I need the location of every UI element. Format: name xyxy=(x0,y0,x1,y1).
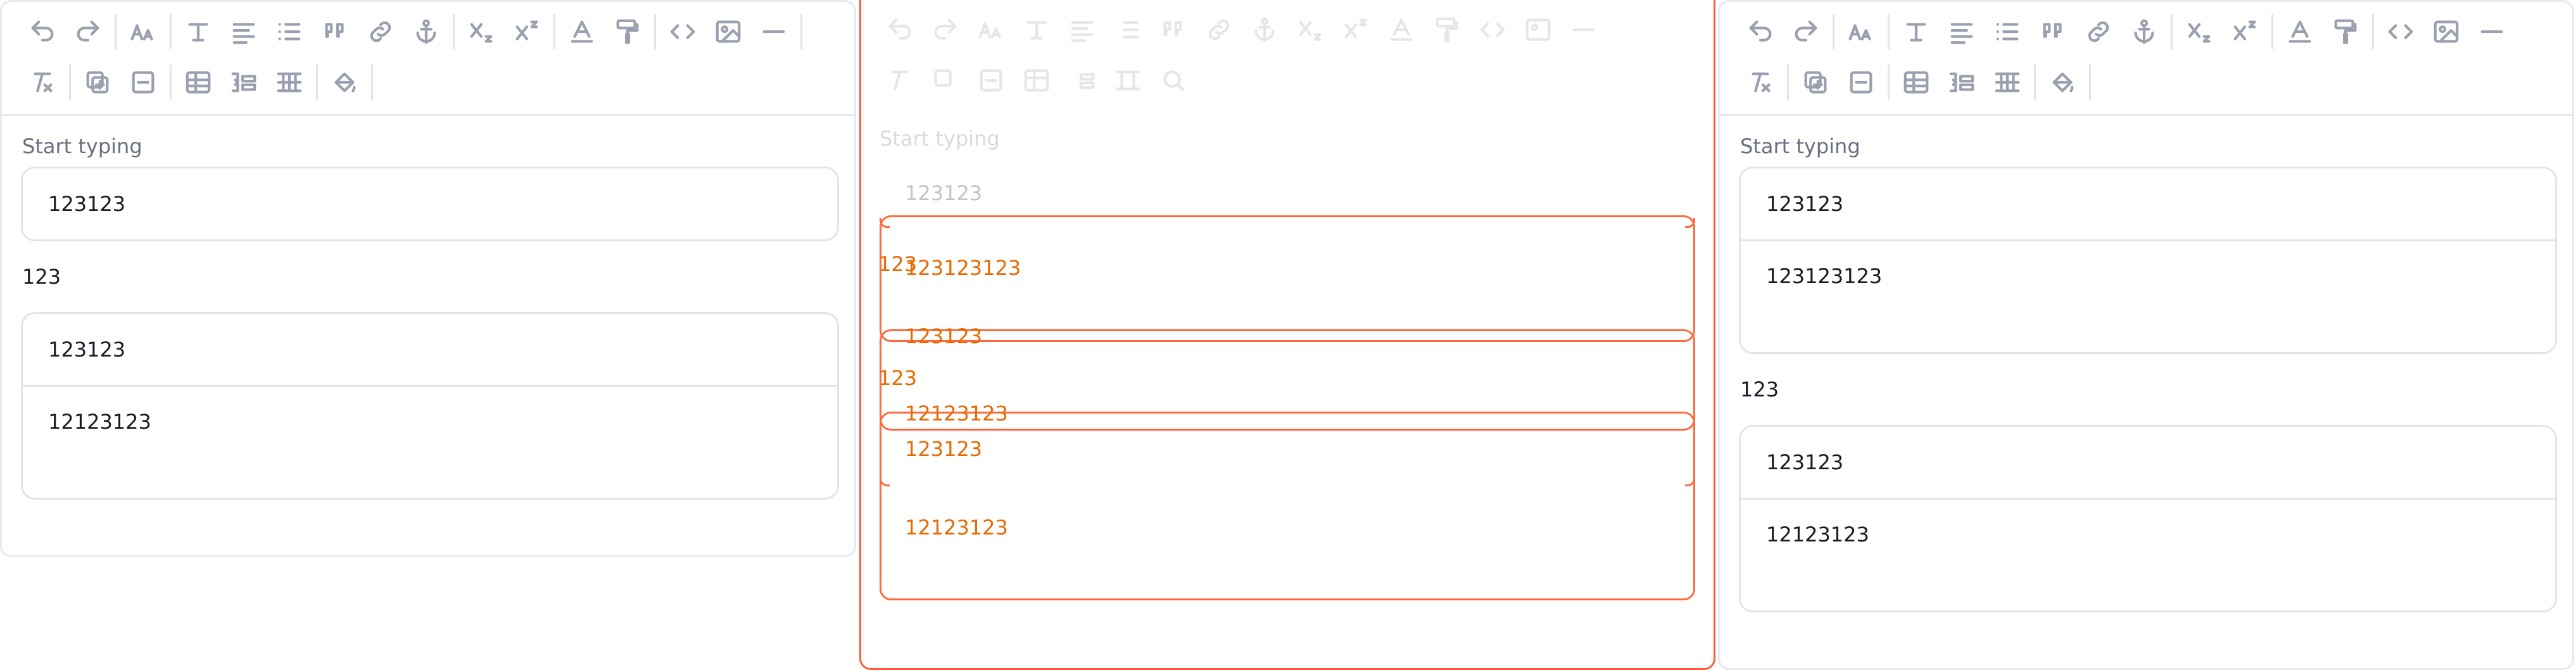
toolbar-separator xyxy=(371,65,373,100)
toolbar-separator xyxy=(170,65,172,100)
link-icon[interactable] xyxy=(2076,9,2121,54)
content-block[interactable]: 123123 123123123 xyxy=(1739,167,2557,354)
superscript-icon[interactable] xyxy=(504,9,550,54)
toolbar-row-1 xyxy=(20,9,806,54)
toolbar-row-1 xyxy=(1738,9,2515,54)
align-icon[interactable] xyxy=(1939,9,1985,54)
editor-content[interactable]: Start typing 123123 123123123 123 123123… xyxy=(1720,116,2572,626)
toolbar-separator xyxy=(2271,14,2273,49)
block-cell[interactable]: 123123123 xyxy=(1741,239,2555,352)
drag-paragraph: 123 xyxy=(878,366,918,390)
block-cell[interactable]: 123123 xyxy=(1741,168,2555,239)
undo-icon[interactable] xyxy=(20,9,65,54)
superscript-icon[interactable] xyxy=(2222,9,2268,54)
redo-icon[interactable] xyxy=(1783,9,1829,54)
bullet-list-icon[interactable] xyxy=(1985,9,2030,54)
editor-toolbar xyxy=(1720,2,2572,116)
remove-block-icon[interactable] xyxy=(120,60,166,104)
editor-placeholder: Start typing xyxy=(1740,134,1860,158)
link-icon[interactable] xyxy=(358,9,403,54)
content-block[interactable]: 123123 12123123 xyxy=(1739,425,2557,612)
format-painter-icon[interactable] xyxy=(605,9,650,54)
toolbar-separator xyxy=(69,65,71,100)
toolbar-separator xyxy=(2171,14,2173,49)
drag-cell: 123123 xyxy=(905,437,983,461)
toolbar-separator xyxy=(115,14,117,49)
toolbar-separator xyxy=(654,14,656,49)
toolbar-row-2 xyxy=(20,60,377,104)
toolbar-separator xyxy=(1833,14,1834,49)
paragraph[interactable]: 123 xyxy=(1740,377,2553,402)
image-icon[interactable] xyxy=(705,9,751,54)
paragraph[interactable]: 123 xyxy=(22,264,835,289)
editor-toolbar xyxy=(2,2,854,116)
horizontal-rule-icon[interactable] xyxy=(2469,9,2515,54)
clear-format-icon[interactable] xyxy=(1738,60,1783,104)
blockquote-icon[interactable] xyxy=(312,9,358,54)
block-cell[interactable]: 12123123 xyxy=(23,385,837,498)
text-style-icon[interactable] xyxy=(1893,9,1939,54)
add-block-icon[interactable] xyxy=(75,60,120,104)
anchor-icon[interactable] xyxy=(403,9,449,54)
fill-color-icon[interactable] xyxy=(2040,60,2085,104)
toolbar-separator xyxy=(1787,65,1789,100)
content-block[interactable]: 123123 xyxy=(21,167,839,241)
grid-icon[interactable] xyxy=(1985,60,2030,104)
toolbar-separator xyxy=(1888,14,1890,49)
grid-icon[interactable] xyxy=(267,60,312,104)
redo-icon[interactable] xyxy=(65,9,111,54)
toolbar-separator xyxy=(800,14,802,49)
block-cell[interactable]: 123123 xyxy=(1741,427,2555,498)
toolbar-separator xyxy=(1888,65,1890,100)
block-cell[interactable]: 12123123 xyxy=(1741,498,2555,610)
toolbar-separator xyxy=(553,14,555,49)
image-icon[interactable] xyxy=(2423,9,2469,54)
blockquote-icon[interactable] xyxy=(2030,9,2076,54)
toolbar-separator xyxy=(453,14,455,49)
fill-color-icon[interactable] xyxy=(322,60,367,104)
toolbar-separator xyxy=(316,65,318,100)
font-size-icon[interactable] xyxy=(1838,9,1884,54)
toolbar-separator xyxy=(170,14,172,49)
toolbar-separator xyxy=(2372,14,2374,49)
block-cell[interactable]: 123123 xyxy=(23,314,837,385)
clear-format-icon[interactable] xyxy=(20,60,65,104)
block-cell[interactable]: 123123 xyxy=(23,168,837,239)
table-icon[interactable] xyxy=(1893,60,1939,104)
bullet-list-icon[interactable] xyxy=(267,9,312,54)
remove-block-icon[interactable] xyxy=(1838,60,1884,104)
text-color-icon[interactable] xyxy=(559,9,605,54)
toolbar-separator xyxy=(2089,65,2091,100)
drag-cell: 12123123 xyxy=(905,401,1008,426)
editor-panel-right: Start typing 123123 123123123 123 123123… xyxy=(1718,0,2574,670)
toolbar-separator xyxy=(2034,65,2036,100)
drag-cell: 123123123 xyxy=(905,256,1021,280)
subscript-icon[interactable] xyxy=(2176,9,2222,54)
editor-placeholder: Start typing xyxy=(22,134,142,158)
text-style-icon[interactable] xyxy=(175,9,221,54)
editor-content[interactable]: Start typing 123123 123 123123 12123123 xyxy=(2,116,854,514)
align-icon[interactable] xyxy=(221,9,267,54)
code-icon[interactable] xyxy=(2378,9,2423,54)
horizontal-rule-icon[interactable] xyxy=(751,9,797,54)
add-block-icon[interactable] xyxy=(1793,60,1838,104)
undo-icon[interactable] xyxy=(1738,9,1783,54)
editor-panel-drag-preview: Start typing 123123 123 123123123 123123… xyxy=(859,0,1715,670)
text-color-icon[interactable] xyxy=(2277,9,2323,54)
drag-cell: 123123 xyxy=(905,324,983,348)
indent-icon[interactable] xyxy=(1939,60,1985,104)
font-size-icon[interactable] xyxy=(120,9,166,54)
drag-cell: 12123123 xyxy=(905,515,1008,540)
content-block[interactable]: 123123 12123123 xyxy=(21,312,839,500)
drag-outline-block xyxy=(880,412,1695,600)
code-icon[interactable] xyxy=(660,9,705,54)
indent-icon[interactable] xyxy=(221,60,267,104)
anchor-icon[interactable] xyxy=(2121,9,2167,54)
toolbar-row-2 xyxy=(1738,60,2095,104)
subscript-icon[interactable] xyxy=(458,9,504,54)
table-icon[interactable] xyxy=(175,60,221,104)
format-painter-icon[interactable] xyxy=(2323,9,2368,54)
editor-panel-left: Start typing 123123 123 123123 12123123 xyxy=(0,0,856,557)
